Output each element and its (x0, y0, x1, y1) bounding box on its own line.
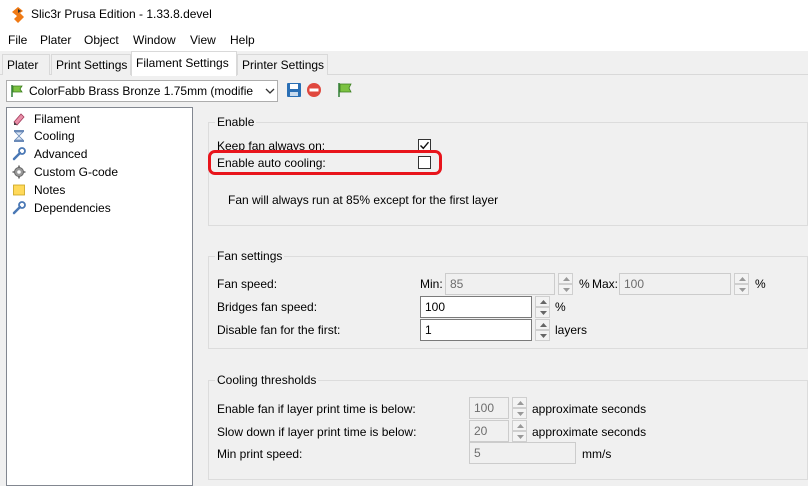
tree-item-label: Filament (34, 112, 81, 126)
spin-up-button[interactable] (535, 319, 550, 330)
highlight-annotation (208, 150, 442, 175)
disable-fan-unit: layers (555, 323, 588, 337)
max-label: Max: (592, 277, 619, 291)
bridges-fan-input[interactable]: 100 (420, 296, 532, 318)
menu-plater[interactable]: Plater (40, 33, 71, 47)
arrow-up-icon (739, 277, 746, 281)
spin-up-button[interactable] (512, 420, 527, 431)
fan-speed-label: Fan speed: (217, 277, 278, 291)
spin-down-button[interactable] (558, 284, 573, 295)
slow-down-threshold-input[interactable]: 20 (469, 420, 509, 442)
tree-item-label: Custom G-code (34, 165, 119, 179)
cooling-description: Fan will always run at 85% except for th… (228, 193, 499, 207)
note-icon (13, 184, 25, 196)
arrow-down-icon (563, 288, 570, 292)
max-unit: % (755, 277, 766, 291)
spin-up-button[interactable] (734, 273, 749, 284)
max-fan-speed-input[interactable]: 100 (619, 273, 731, 295)
tab-plater[interactable]: Plater (2, 54, 50, 75)
settings-tree: Filament Cooling Advanced Custom G-code … (6, 107, 193, 486)
preset-dropdown[interactable]: ColorFabb Brass Bronze 1.75mm (modifie (6, 80, 278, 102)
spin-down-button[interactable] (535, 307, 550, 318)
tree-item-label: Dependencies (34, 201, 111, 215)
arrow-down-icon (540, 311, 547, 315)
window-title: Slic3r Prusa Edition - 1.33.8.devel (31, 7, 212, 21)
spin-up-button[interactable] (512, 397, 527, 408)
bridges-fan-spinner[interactable] (535, 296, 550, 318)
arrow-down-icon (739, 288, 746, 292)
bridges-fan-label: Bridges fan speed: (217, 300, 318, 314)
menu-help[interactable]: Help (230, 33, 255, 47)
app-icon (12, 7, 24, 23)
slow-down-threshold-spinner[interactable] (512, 420, 527, 442)
arrow-up-icon (540, 323, 547, 327)
min-print-speed-unit: mm/s (582, 447, 612, 461)
wrench-icon (12, 201, 26, 215)
tree-item-label: Advanced (34, 147, 88, 161)
wrench-icon (12, 147, 26, 161)
spin-down-button[interactable] (512, 431, 527, 442)
arrow-up-icon (517, 401, 524, 405)
tab-filament-settings[interactable]: Filament Settings (131, 51, 237, 76)
spin-down-button[interactable] (535, 330, 550, 341)
spin-down-button[interactable] (512, 408, 527, 419)
spin-up-button[interactable] (535, 296, 550, 307)
compare-flag-icon[interactable] (336, 81, 354, 99)
disable-fan-layers-input[interactable]: 1 (420, 319, 532, 341)
tab-print-settings[interactable]: Print Settings (51, 54, 131, 75)
arrow-down-icon (540, 334, 547, 338)
menu-window[interactable]: Window (133, 33, 176, 47)
tree-item-label: Notes (34, 183, 66, 197)
group-title: Cooling thresholds (215, 373, 319, 387)
spin-up-button[interactable] (558, 273, 573, 284)
enable-fan-threshold-unit: approximate seconds (532, 402, 647, 416)
preset-value: ColorFabb Brass Bronze 1.75mm (modifie (29, 84, 254, 98)
tree-item-label: Cooling (32, 129, 77, 143)
arrow-down-icon (517, 412, 524, 416)
enable-fan-threshold-label: Enable fan if layer print time is below: (217, 402, 416, 416)
disable-fan-label: Disable fan for the first: (217, 323, 341, 337)
group-title: Enable (215, 115, 257, 129)
min-print-speed-input[interactable]: 5 (469, 442, 576, 464)
min-label: Min: (420, 277, 443, 291)
slow-down-threshold-label: Slow down if layer print time is below: (217, 425, 417, 439)
min-fan-speed-input[interactable]: 85 (445, 273, 555, 295)
slow-down-threshold-unit: approximate seconds (532, 425, 647, 439)
delete-icon[interactable] (305, 81, 323, 99)
min-fan-speed-spinner[interactable] (558, 273, 573, 295)
menu-bar: File Plater Object Window View Help (0, 30, 808, 51)
menu-view[interactable]: View (190, 33, 216, 47)
min-print-speed-label: Min print speed: (217, 447, 303, 461)
flag-icon (11, 85, 23, 97)
arrow-down-icon (517, 435, 524, 439)
menu-object[interactable]: Object (84, 33, 119, 47)
enable-fan-threshold-spinner[interactable] (512, 397, 527, 419)
disable-fan-layers-spinner[interactable] (535, 319, 550, 341)
chevron-down-icon (265, 88, 275, 94)
arrow-up-icon (517, 424, 524, 428)
spool-icon (13, 113, 25, 126)
title-bar: Slic3r Prusa Edition - 1.33.8.devel (0, 0, 808, 30)
group-title: Fan settings (215, 249, 285, 263)
min-unit: % (579, 277, 590, 291)
bridges-fan-unit: % (555, 300, 566, 314)
gear-icon (12, 165, 26, 179)
tab-printer-settings[interactable]: Printer Settings (237, 54, 328, 75)
save-icon[interactable] (285, 81, 303, 99)
tab-strip: Plater Print Settings Filament Settings … (0, 51, 808, 76)
spin-down-button[interactable] (734, 284, 749, 295)
menu-file[interactable]: File (8, 33, 27, 47)
arrow-up-icon (563, 277, 570, 281)
enable-fan-threshold-input[interactable]: 100 (469, 397, 509, 419)
arrow-up-icon (540, 300, 547, 304)
hourglass-icon (14, 130, 24, 142)
max-fan-speed-spinner[interactable] (734, 273, 749, 295)
